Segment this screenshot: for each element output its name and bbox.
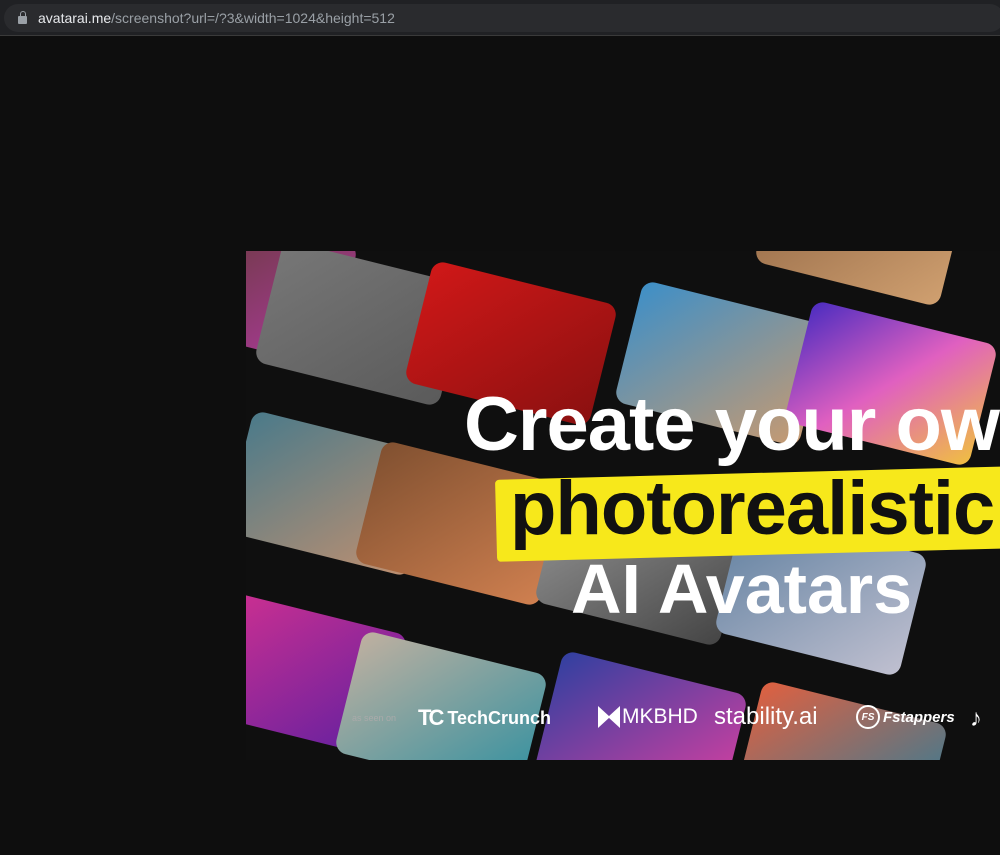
address-bar[interactable]: avatarai.me/screenshot?url=/?3&width=102… [4,4,1000,32]
mkbhd-text: MKBHD [622,705,698,728]
fstoppers-text: Fstappers [883,708,955,726]
lock-icon [18,10,27,24]
url-host: avatarai.me [38,10,112,26]
fstoppers-icon: FS [856,705,880,729]
techcrunch-logo: TC TechCrunch [418,705,551,731]
headline-line-2: photorealistic [510,466,995,551]
mkbhd-logo: MKBHD [598,705,698,729]
tiktok-icon: ♪ [970,705,982,732]
hero-banner-image: Create your own photorealistic AI Avatar… [246,251,1000,760]
mkbhd-icon-part [608,706,620,728]
browser-toolbar: avatarai.me/screenshot?url=/?3&width=102… [0,0,1000,36]
url-path: /screenshot?url=/?3&width=1024&height=51… [111,10,395,26]
techcrunch-text: TechCrunch [447,707,552,728]
fstoppers-logo: FS Fstappers [856,705,955,729]
headline: Create your own photorealistic AI Avatar… [246,251,1000,760]
headline-line-3: AI Avatars [571,550,913,628]
as-seen-on-label: as seen on [352,713,397,723]
headline-line-1: Create your own [464,382,1000,467]
stability-logo: stability.ai [714,703,818,730]
techcrunch-icon: TC [418,705,444,730]
